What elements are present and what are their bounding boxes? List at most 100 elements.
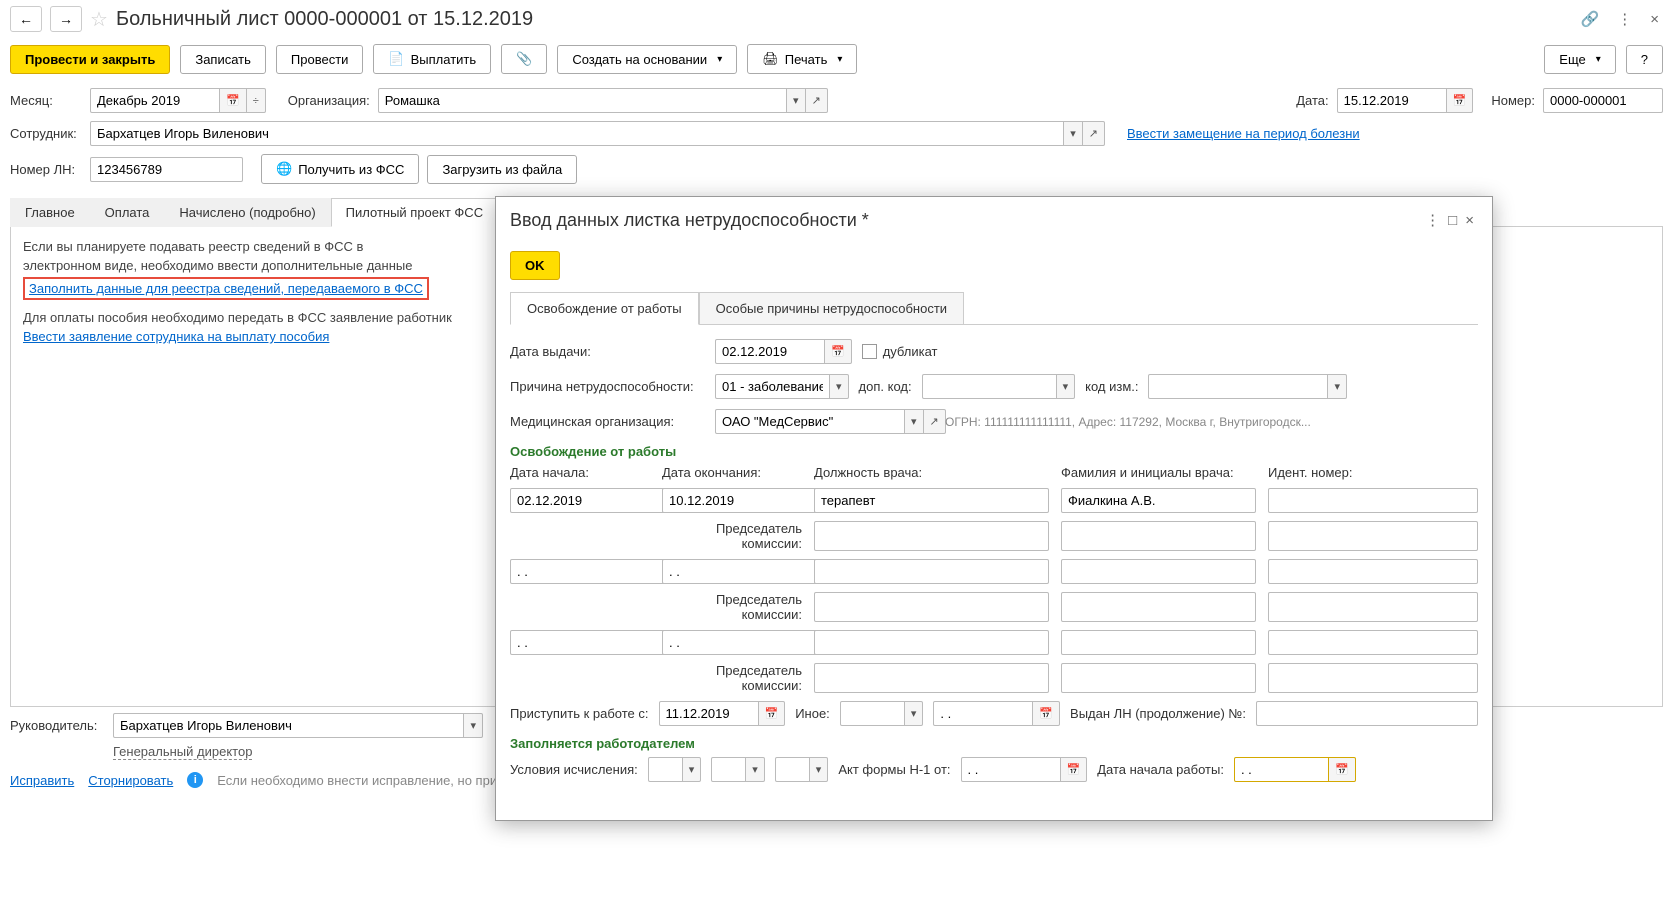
- forward-button[interactable]: →: [50, 6, 82, 32]
- chair-pos-3[interactable]: [814, 663, 1049, 693]
- chair-id-3[interactable]: [1268, 663, 1478, 693]
- calc-cond-3[interactable]: [775, 757, 810, 782]
- open-icon[interactable]: ↗: [1083, 121, 1105, 146]
- doctor-pos-1[interactable]: [814, 488, 1049, 513]
- ok-button[interactable]: OK: [510, 251, 560, 280]
- dropdown-icon[interactable]: ▾: [1064, 121, 1083, 146]
- duplicate-checkbox[interactable]: дубликат: [862, 344, 938, 359]
- close-icon[interactable]: ×: [1646, 6, 1663, 32]
- post-and-close-button[interactable]: Провести и закрыть: [10, 45, 170, 74]
- dropdown-icon[interactable]: ▾: [1057, 374, 1076, 399]
- help-button[interactable]: ?: [1626, 45, 1663, 74]
- modal-maximize-icon[interactable]: □: [1444, 208, 1461, 233]
- manager-position-link[interactable]: Генеральный директор: [113, 744, 252, 760]
- fix-link[interactable]: Исправить: [10, 773, 74, 788]
- post-button[interactable]: Провести: [276, 45, 364, 74]
- manager-input[interactable]: [113, 713, 464, 738]
- doctor-id-1[interactable]: [1268, 488, 1478, 513]
- doctor-id-3[interactable]: [1268, 630, 1478, 655]
- record-button[interactable]: Записать: [180, 45, 266, 74]
- employee-input[interactable]: [90, 121, 1064, 146]
- doctor-name-3[interactable]: [1061, 630, 1256, 655]
- calendar-icon[interactable]: 📅: [220, 88, 247, 113]
- act-date-input[interactable]: [961, 757, 1061, 782]
- other-label: Иное:: [795, 706, 830, 721]
- pay-button[interactable]: 📄Выплатить: [373, 44, 491, 74]
- doctor-name-2[interactable]: [1061, 559, 1256, 584]
- doctor-name-1[interactable]: [1061, 488, 1256, 513]
- doctor-id-2[interactable]: [1268, 559, 1478, 584]
- chair-pos-2[interactable]: [814, 592, 1049, 622]
- tab-special-reasons[interactable]: Особые причины нетрудоспособности: [699, 292, 964, 325]
- chair-id-1[interactable]: [1268, 521, 1478, 551]
- calc-cond-2[interactable]: [711, 757, 746, 782]
- open-icon[interactable]: ↗: [806, 88, 828, 113]
- tab-accrued[interactable]: Начислено (подробно): [164, 198, 330, 227]
- ln-input[interactable]: [90, 157, 243, 182]
- reverse-link[interactable]: Сторнировать: [88, 773, 173, 788]
- date-input[interactable]: [1337, 88, 1447, 113]
- dropdown-icon[interactable]: ▾: [464, 713, 483, 738]
- tab-payment[interactable]: Оплата: [90, 198, 165, 227]
- month-input[interactable]: [90, 88, 220, 113]
- chair-pos-1[interactable]: [814, 521, 1049, 551]
- doctor-pos-2[interactable]: [814, 559, 1049, 584]
- open-icon[interactable]: ↗: [924, 409, 946, 434]
- number-input[interactable]: [1543, 88, 1663, 113]
- link-icon[interactable]: 🔗: [1577, 6, 1604, 32]
- fill-registry-link[interactable]: Заполнить данные для реестра сведений, п…: [29, 281, 423, 296]
- dropdown-icon[interactable]: ▾: [787, 88, 806, 113]
- add-code-input[interactable]: [922, 374, 1057, 399]
- chair-name-1[interactable]: [1061, 521, 1256, 551]
- favorite-star-icon[interactable]: ☆: [90, 7, 108, 32]
- date-label: Дата:: [1296, 93, 1328, 108]
- back-button[interactable]: ←: [10, 6, 42, 32]
- get-from-fss-button[interactable]: 🌐Получить из ФСС: [261, 154, 419, 184]
- disability-data-modal: Ввод данных листка нетрудоспособности * …: [495, 196, 1493, 821]
- tab-main[interactable]: Главное: [10, 198, 90, 227]
- modal-close-icon[interactable]: ×: [1461, 208, 1478, 233]
- tab-work-release[interactable]: Освобождение от работы: [510, 292, 699, 325]
- info-icon: i: [187, 772, 203, 788]
- attach-button[interactable]: 📎: [501, 44, 547, 74]
- calc-cond-1[interactable]: [648, 757, 683, 782]
- calendar-icon[interactable]: 📅: [1329, 757, 1356, 782]
- dropdown-icon[interactable]: ▾: [810, 757, 829, 782]
- dropdown-icon[interactable]: ▾: [746, 757, 765, 782]
- org-input[interactable]: [378, 88, 787, 113]
- med-org-input[interactable]: [715, 409, 905, 434]
- tab-pilot-fss[interactable]: Пилотный проект ФСС: [331, 198, 498, 227]
- spinner-icon[interactable]: ÷: [247, 88, 266, 113]
- load-from-file-button[interactable]: Загрузить из файла: [427, 155, 577, 184]
- other-input[interactable]: [840, 701, 905, 726]
- dropdown-icon[interactable]: ▾: [905, 409, 924, 434]
- calendar-icon[interactable]: 📅: [1447, 88, 1474, 113]
- reason-input[interactable]: [715, 374, 830, 399]
- modal-more-icon[interactable]: ⋮: [1421, 207, 1444, 233]
- chair-name-3[interactable]: [1061, 663, 1256, 693]
- more-button[interactable]: Еще: [1544, 45, 1615, 74]
- code-change-input[interactable]: [1148, 374, 1328, 399]
- issue-date-input[interactable]: [715, 339, 825, 364]
- doctor-pos-3[interactable]: [814, 630, 1049, 655]
- calendar-icon[interactable]: 📅: [1033, 701, 1060, 726]
- dropdown-icon[interactable]: ▾: [830, 374, 849, 399]
- enter-application-link[interactable]: Ввести заявление сотрудника на выплату п…: [23, 329, 329, 344]
- issued-ln-input[interactable]: [1256, 701, 1478, 726]
- print-button[interactable]: 🖨Печать: [747, 44, 857, 74]
- chair-name-2[interactable]: [1061, 592, 1256, 622]
- chair-id-2[interactable]: [1268, 592, 1478, 622]
- calendar-icon[interactable]: 📅: [759, 701, 786, 726]
- calendar-icon[interactable]: 📅: [1061, 757, 1088, 782]
- start-work-input[interactable]: [1234, 757, 1329, 782]
- substitution-link[interactable]: Ввести замещение на период болезни: [1127, 126, 1360, 141]
- col-end-label: Дата окончания:: [662, 465, 802, 480]
- work-from-input[interactable]: [659, 701, 759, 726]
- dropdown-icon[interactable]: ▾: [683, 757, 702, 782]
- dropdown-icon[interactable]: ▾: [905, 701, 924, 726]
- more-icon[interactable]: ⋮: [1613, 6, 1636, 32]
- other-date-input[interactable]: [933, 701, 1033, 726]
- dropdown-icon[interactable]: ▾: [1328, 374, 1347, 399]
- create-based-on-button[interactable]: Создать на основании: [557, 45, 737, 74]
- calendar-icon[interactable]: 📅: [825, 339, 852, 364]
